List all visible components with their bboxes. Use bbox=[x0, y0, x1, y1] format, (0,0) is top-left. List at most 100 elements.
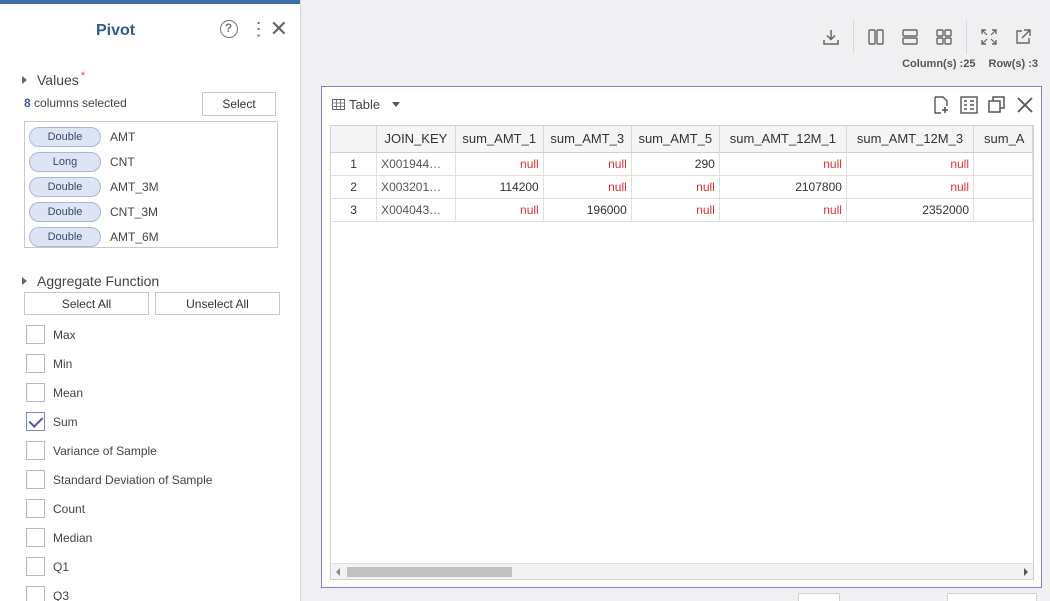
expand-icon[interactable] bbox=[972, 26, 1006, 48]
table-cell[interactable]: 2352000 bbox=[846, 198, 975, 222]
page-size-control[interactable] bbox=[798, 593, 840, 601]
select-all-button[interactable]: Select All bbox=[24, 292, 149, 315]
aggregate-option[interactable]: Sum bbox=[26, 407, 212, 436]
unselect-all-button[interactable]: Unselect All bbox=[155, 292, 280, 315]
table-cell[interactable]: X001944… bbox=[376, 152, 456, 176]
row-number: 3 bbox=[331, 198, 378, 222]
table-cell[interactable]: null bbox=[846, 175, 975, 199]
table-cell[interactable]: null bbox=[543, 175, 632, 199]
aggregate-option[interactable]: Max bbox=[26, 320, 212, 349]
checkbox[interactable] bbox=[26, 499, 45, 518]
checkbox[interactable] bbox=[26, 586, 45, 601]
scroll-right-icon[interactable] bbox=[1024, 568, 1028, 576]
aggregate-option[interactable]: Count bbox=[26, 494, 212, 523]
value-item[interactable]: Double CNT_3M bbox=[25, 199, 277, 224]
split-horizontal-icon[interactable] bbox=[893, 26, 927, 48]
column-header[interactable]: sum_AMT_12M_1 bbox=[719, 126, 847, 153]
column-header[interactable]: JOIN_KEY bbox=[376, 126, 456, 153]
split-vertical-icon[interactable] bbox=[859, 26, 893, 48]
table-row[interactable]: 3 X004043… null 196000 null null 2352000 bbox=[331, 198, 1033, 222]
checkbox[interactable] bbox=[26, 354, 45, 373]
table-cell[interactable]: X004043… bbox=[376, 198, 456, 222]
column-header[interactable]: sum_AMT_1 bbox=[455, 126, 544, 153]
table-cell[interactable]: 2107800 bbox=[719, 175, 847, 199]
table-settings-icon[interactable] bbox=[959, 95, 979, 115]
table-cell[interactable] bbox=[973, 198, 1033, 222]
aggregate-option[interactable]: Q3 bbox=[26, 581, 212, 601]
value-item[interactable]: Double AMT_6M bbox=[25, 224, 277, 249]
table-view-selector[interactable]: Table bbox=[332, 97, 401, 112]
checkbox[interactable] bbox=[26, 441, 45, 460]
table-cell[interactable]: 290 bbox=[631, 152, 720, 176]
value-name: CNT_3M bbox=[110, 204, 159, 219]
toolbar-divider bbox=[966, 20, 967, 54]
table-cell[interactable]: null bbox=[719, 198, 847, 222]
type-badge: Double bbox=[29, 126, 101, 147]
scrollbar-thumb[interactable] bbox=[347, 567, 512, 577]
value-item[interactable]: Double AMT bbox=[25, 124, 277, 149]
aggregate-option[interactable]: Standard Deviation of Sample bbox=[26, 465, 212, 494]
column-header[interactable]: sum_AMT_5 bbox=[631, 126, 720, 153]
aggregate-option[interactable]: Median bbox=[26, 523, 212, 552]
select-button[interactable]: Select bbox=[202, 92, 276, 116]
toolbar-divider bbox=[853, 20, 854, 54]
duplicate-icon[interactable] bbox=[987, 95, 1007, 115]
aggregate-option[interactable]: Q1 bbox=[26, 552, 212, 581]
aggregate-section-header[interactable]: Aggregate Function bbox=[22, 273, 159, 289]
table-cell[interactable] bbox=[973, 152, 1033, 176]
table-cell[interactable]: 196000 bbox=[543, 198, 632, 222]
checkbox[interactable] bbox=[26, 325, 45, 344]
close-icon[interactable]: ✕ bbox=[270, 18, 288, 40]
table-cell[interactable]: null bbox=[846, 152, 975, 176]
aggregate-option[interactable]: Mean bbox=[26, 378, 212, 407]
pagination-control[interactable] bbox=[947, 593, 1037, 601]
value-item[interactable]: Long CNT bbox=[25, 149, 277, 174]
checkbox[interactable] bbox=[26, 557, 45, 576]
values-section-header[interactable]: Values * bbox=[22, 70, 85, 88]
grid-layout-icon[interactable] bbox=[927, 26, 961, 48]
table-cell[interactable] bbox=[973, 175, 1033, 199]
table-cell[interactable]: null bbox=[543, 152, 632, 176]
column-header[interactable]: sum_AMT_12M_3 bbox=[846, 126, 975, 153]
help-icon[interactable]: ? bbox=[219, 20, 238, 38]
more-options-icon[interactable]: ⋮ bbox=[250, 20, 268, 38]
columns-selected-count: 8 bbox=[24, 96, 31, 110]
table-cell[interactable]: null bbox=[631, 198, 720, 222]
aggregate-option[interactable]: Variance of Sample bbox=[26, 436, 212, 465]
scroll-left-icon[interactable] bbox=[336, 568, 340, 576]
checkbox-checked[interactable] bbox=[26, 412, 45, 431]
table-cell[interactable]: null bbox=[455, 198, 544, 222]
checkbox[interactable] bbox=[26, 470, 45, 489]
top-toolbar bbox=[814, 20, 1040, 54]
table-cell[interactable]: 114200 bbox=[455, 175, 544, 199]
table-row[interactable]: 2 X003201… 114200 null null 2107800 null bbox=[331, 175, 1033, 199]
pivot-panel: Pivot ? ⋮ ✕ Values * 8 columns selected … bbox=[0, 0, 301, 601]
aggregate-label: Variance of Sample bbox=[53, 443, 157, 458]
aggregate-option[interactable]: Min bbox=[26, 349, 212, 378]
open-external-icon[interactable] bbox=[1006, 26, 1040, 48]
download-icon[interactable] bbox=[814, 26, 848, 48]
table-cell[interactable]: null bbox=[631, 175, 720, 199]
table-cell[interactable]: X003201… bbox=[376, 175, 456, 199]
checkbox[interactable] bbox=[26, 383, 45, 402]
data-table: JOIN_KEY sum_AMT_1 sum_AMT_3 sum_AMT_5 s… bbox=[331, 126, 1033, 222]
aggregate-label: Median bbox=[53, 530, 93, 545]
aggregate-label: Q1 bbox=[53, 559, 70, 574]
row-count: Row(s) :3 bbox=[988, 58, 1039, 70]
value-name: AMT bbox=[110, 129, 136, 144]
table-row[interactable]: 1 X001944… null null 290 null null bbox=[331, 152, 1033, 176]
value-item[interactable]: Double AMT_3M bbox=[25, 174, 277, 199]
type-badge: Double bbox=[29, 201, 101, 222]
column-header[interactable]: sum_A bbox=[973, 126, 1033, 153]
add-document-icon[interactable] bbox=[931, 95, 951, 115]
value-name: AMT_6M bbox=[110, 229, 159, 244]
column-header[interactable]: sum_AMT_3 bbox=[543, 126, 632, 153]
checkbox[interactable] bbox=[26, 528, 45, 547]
table-cell[interactable]: null bbox=[455, 152, 544, 176]
table-cell[interactable]: null bbox=[719, 152, 847, 176]
columns-selected-text: columns selected bbox=[34, 96, 127, 110]
values-list: Double AMT Long CNT Double AMT_3M Double… bbox=[24, 121, 278, 248]
close-icon[interactable] bbox=[1015, 95, 1035, 115]
type-badge: Double bbox=[29, 176, 101, 197]
horizontal-scrollbar[interactable] bbox=[331, 563, 1033, 579]
